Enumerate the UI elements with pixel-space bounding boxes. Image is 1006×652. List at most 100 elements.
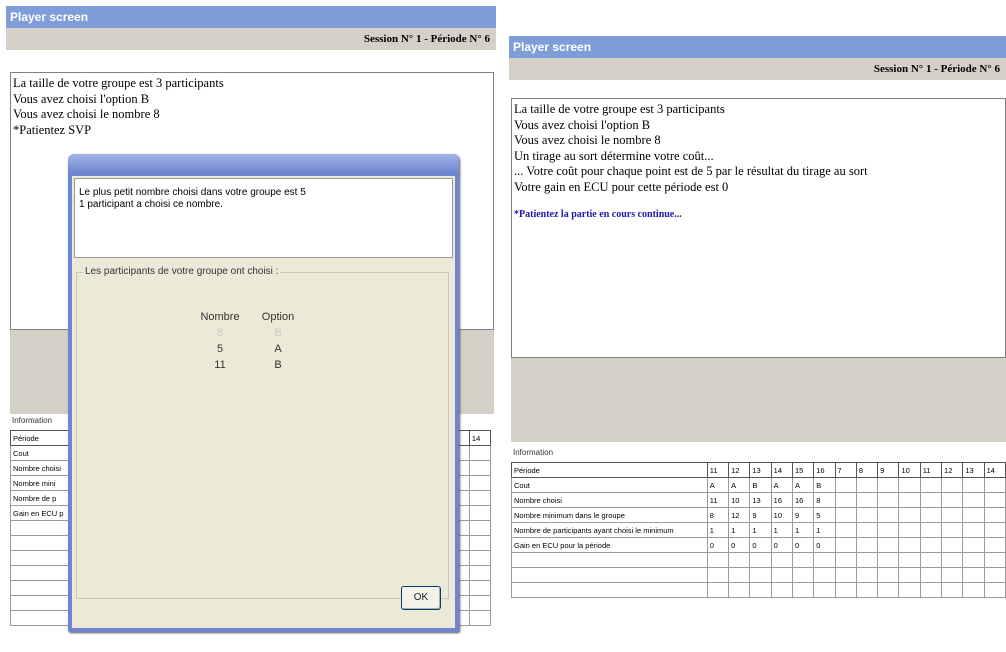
- table-row: Cout A A B A A B: [511, 477, 1006, 493]
- table-row: Nombre minimum dans le groupe 8 12 9 10 9 5: [511, 507, 1006, 523]
- table-cell: [10, 520, 73, 536]
- table-cell: A: [770, 477, 793, 493]
- table-cell: 16: [770, 492, 793, 508]
- table-cell: [919, 507, 943, 523]
- table-cell: [919, 582, 943, 598]
- table-cell: 12: [941, 462, 964, 478]
- table-cell: [898, 492, 921, 508]
- table-cell: [877, 507, 900, 523]
- table-cell: [706, 567, 730, 583]
- table-cell: [728, 567, 751, 583]
- table-cell: 1: [706, 522, 730, 538]
- table-cell: [962, 507, 985, 523]
- table-cell: 9: [791, 507, 815, 523]
- dialog-body: Le plus petit nombre choisi dans votre g…: [72, 176, 455, 628]
- table-cell: [983, 507, 1006, 523]
- table-cell: 11: [706, 492, 730, 508]
- dialog-titlebar[interactable]: [68, 154, 459, 172]
- row-label: Nombre de participants ayant choisi le m…: [511, 522, 708, 538]
- table-cell: [728, 552, 751, 568]
- table-cell: [834, 477, 857, 493]
- table-cell: 1: [813, 522, 836, 538]
- table-cell: 12: [728, 507, 751, 523]
- table-cell: [877, 492, 900, 508]
- table-cell: 13: [749, 462, 772, 478]
- right-message-line: ... Votre coût pour chaque point est de …: [514, 164, 868, 178]
- left-session-label: Session N° 1 - Période N° 6: [6, 28, 496, 50]
- table-cell: [877, 567, 900, 583]
- table-cell: [855, 492, 879, 508]
- table-cell: [877, 537, 900, 553]
- right-session-label: Session N° 1 - Période N° 6: [509, 58, 1006, 80]
- table-cell: [962, 552, 985, 568]
- table-cell: [962, 477, 985, 493]
- table-cell: [728, 582, 751, 598]
- table-cell: Période: [10, 430, 73, 446]
- table-cell: [10, 595, 73, 611]
- table-cell: A: [791, 477, 815, 493]
- result-dialog: Le plus petit nombre choisi dans votre g…: [68, 154, 459, 632]
- right-grey-panel: [511, 358, 1006, 442]
- table-cell: [511, 567, 708, 583]
- table-cell: [468, 490, 491, 506]
- table-cell: [941, 492, 964, 508]
- table-row: [511, 567, 1006, 583]
- option-value: B: [274, 327, 282, 339]
- table-cell: 11: [706, 462, 730, 478]
- table-cell: 1: [749, 522, 772, 538]
- right-message-line: La taille de votre groupe est 3 particip…: [514, 102, 725, 116]
- nombre-value: 11: [214, 359, 226, 371]
- table-cell: 14: [468, 430, 491, 446]
- table-cell: Cout: [10, 445, 73, 461]
- option-column: Option B A B: [253, 309, 303, 373]
- right-info-label: Information: [513, 448, 554, 457]
- table-cell: 11: [919, 462, 943, 478]
- nombre-value: 8: [216, 327, 224, 339]
- right-message-line: Vous avez choisi l'option B: [514, 117, 651, 132]
- table-cell: 9: [749, 507, 772, 523]
- left-window-title: Player screen: [6, 6, 496, 28]
- table-cell: B: [813, 477, 836, 493]
- table-cell: [468, 610, 491, 626]
- table-cell: 8: [855, 462, 879, 478]
- table-cell: [898, 552, 921, 568]
- table-cell: [983, 537, 1006, 553]
- table-cell: [706, 582, 730, 598]
- table-cell: [877, 522, 900, 538]
- table-cell: [983, 492, 1006, 508]
- table-cell: [877, 552, 900, 568]
- nombre-header: Nombre: [200, 311, 240, 323]
- table-cell: [468, 550, 491, 566]
- table-cell: [834, 507, 857, 523]
- table-cell: 10: [770, 507, 793, 523]
- table-cell: [898, 567, 921, 583]
- table-cell: 13: [962, 462, 985, 478]
- group-choices-label: Les participants de votre groupe ont cho…: [83, 266, 281, 277]
- table-cell: [749, 567, 772, 583]
- right-wait-message: *Patientez la partie en cours continue..…: [514, 209, 682, 220]
- table-cell: [834, 567, 857, 583]
- table-cell: [855, 552, 879, 568]
- table-cell: 10: [898, 462, 921, 478]
- table-cell: [919, 537, 943, 553]
- dialog-message-line-2: 1 participant a choisi ce nombre.: [79, 199, 223, 210]
- ok-button[interactable]: OK: [401, 586, 441, 610]
- table-cell: Nombre choisi: [10, 460, 73, 476]
- table-cell: [834, 522, 857, 538]
- table-cell: [468, 475, 491, 491]
- table-cell: [855, 567, 879, 583]
- row-label: Gain en ECU pour la période: [511, 537, 708, 553]
- option-value: B: [274, 359, 282, 371]
- table-cell: 0: [728, 537, 751, 553]
- table-cell: [770, 582, 793, 598]
- table-cell: [983, 522, 1006, 538]
- table-cell: [468, 505, 491, 521]
- table-cell: 0: [770, 537, 793, 553]
- table-cell: [855, 582, 879, 598]
- table-cell: 13: [749, 492, 772, 508]
- table-cell: [468, 460, 491, 476]
- table-cell: [919, 522, 943, 538]
- table-cell: 0: [706, 537, 730, 553]
- group-choices-box: Les participants de votre groupe ont cho…: [76, 266, 449, 599]
- table-cell: [10, 610, 73, 626]
